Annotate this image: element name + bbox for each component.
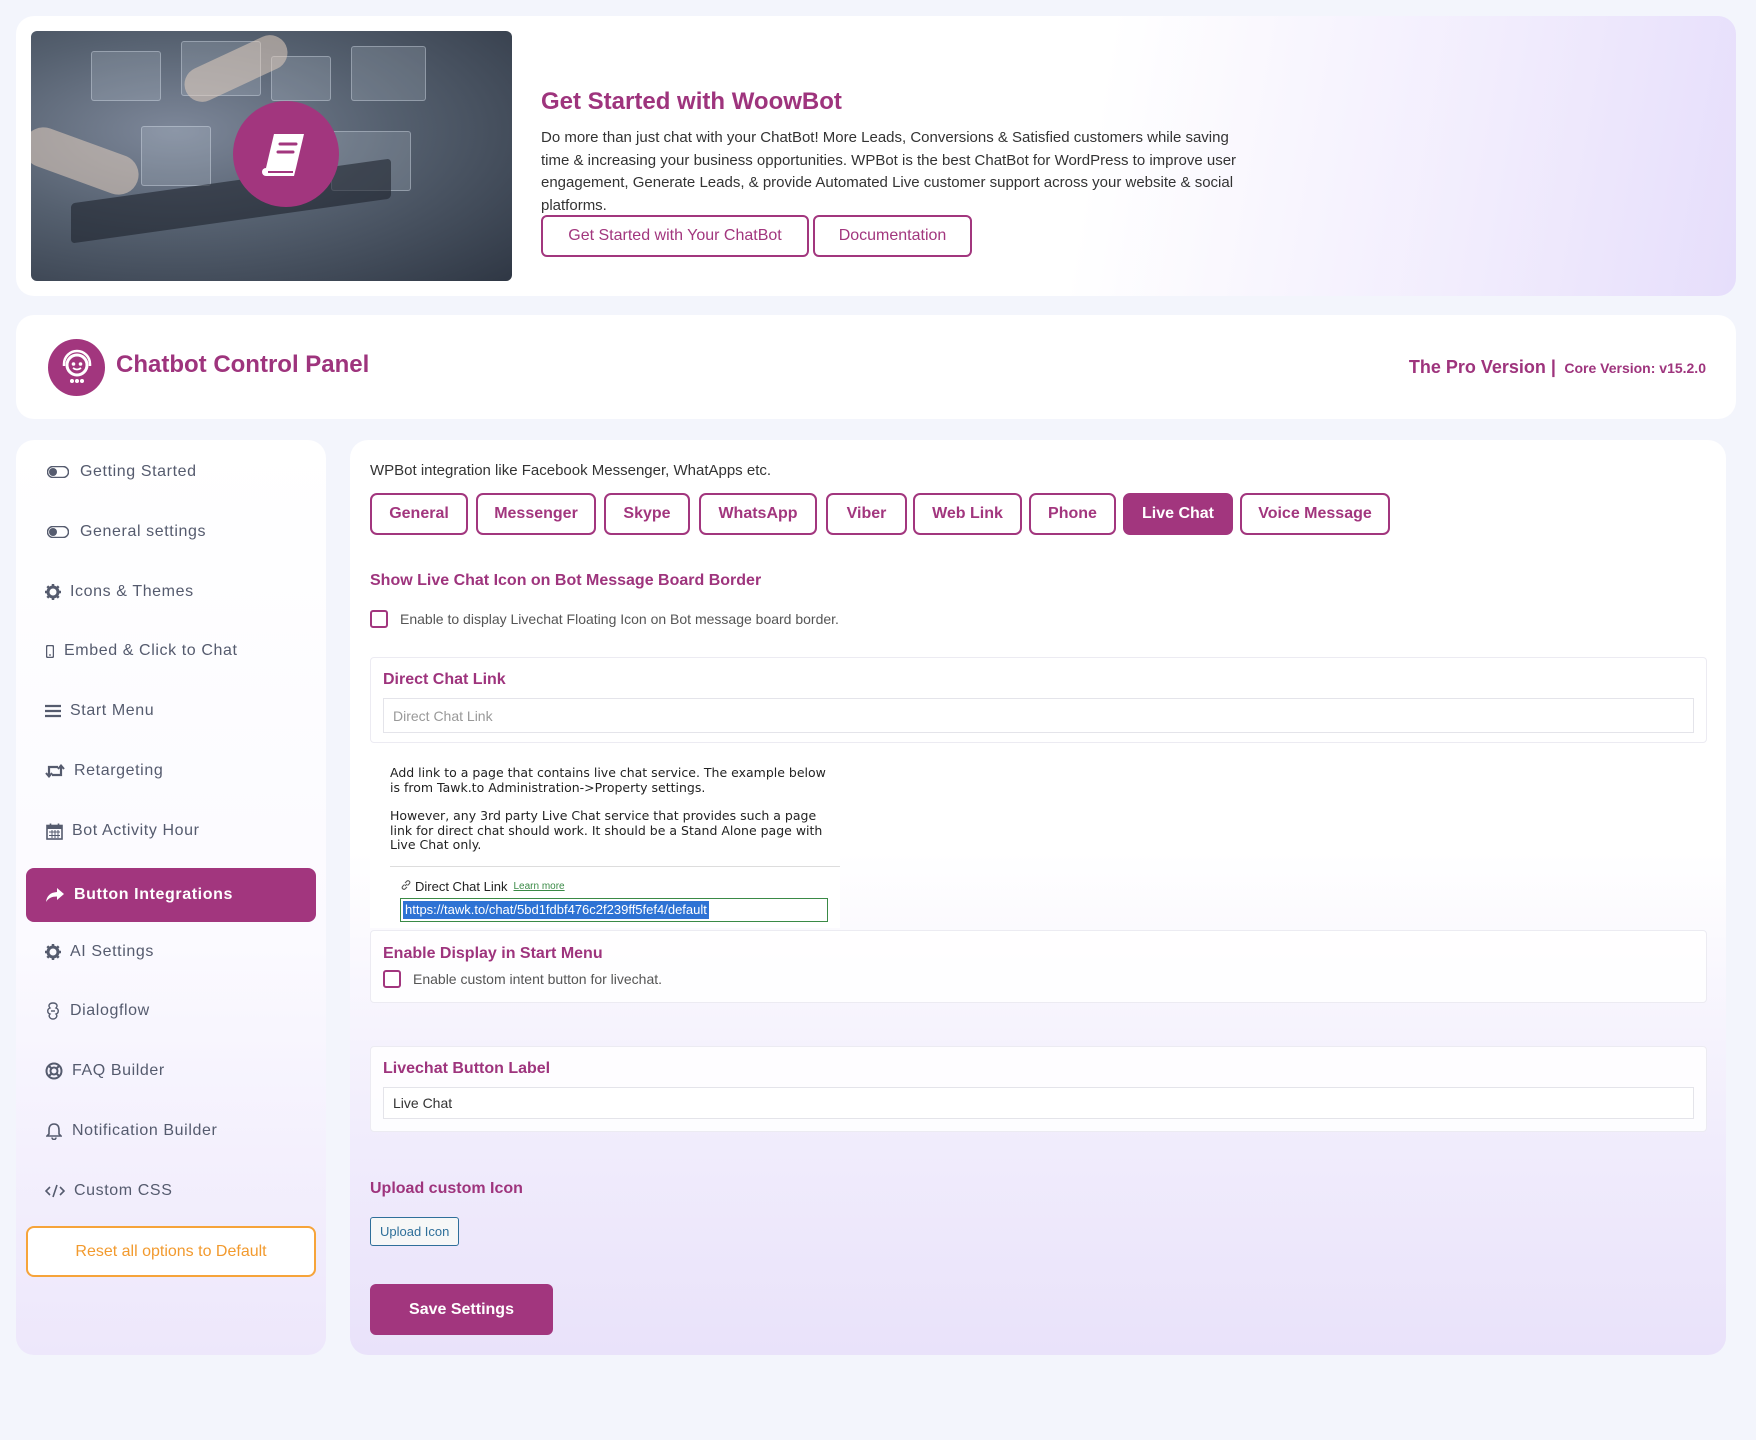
- tab-voice-message[interactable]: Voice Message: [1240, 493, 1390, 535]
- show-icon-label: Enable to display Livechat Floating Icon…: [400, 611, 839, 627]
- pro-version-label: The Pro Version |: [1408, 357, 1556, 377]
- banner-title: Get Started with WoowBot: [541, 88, 842, 115]
- bell-icon: [40, 1122, 68, 1140]
- code-icon: [40, 1184, 70, 1198]
- sidebar-item-dialogflow[interactable]: Dialogflow: [26, 984, 316, 1038]
- show-icon-checkbox[interactable]: [370, 610, 388, 628]
- upload-icon-button[interactable]: Upload Icon: [370, 1217, 460, 1246]
- tab-skype[interactable]: Skype: [604, 493, 690, 535]
- start-menu-label: Enable custom intent button for livechat…: [413, 971, 663, 987]
- sidebar-item-general-settings[interactable]: General settings: [26, 505, 316, 559]
- tab-general[interactable]: General: [370, 493, 468, 535]
- documentation-button[interactable]: Documentation: [813, 215, 972, 257]
- help-paragraph-2: However, any 3rd party Live Chat service…: [390, 808, 823, 852]
- help-example-url: https://tawk.to/chat/5bd1fdbf476c2f239ff…: [400, 898, 828, 922]
- banner-description: Do more than just chat with your ChatBot…: [541, 129, 1237, 214]
- gear-icon: [40, 944, 66, 960]
- sidebar-item-label: Dialogflow: [70, 1002, 150, 1019]
- learn-more-link: Learn more: [513, 881, 565, 892]
- reset-defaults-button[interactable]: Reset all options to Default: [26, 1226, 316, 1277]
- sidebar-item-label: Notification Builder: [72, 1122, 218, 1139]
- tab-whatsapp[interactable]: WhatsApp: [699, 493, 817, 535]
- sidebar-item-label: Custom CSS: [74, 1182, 173, 1199]
- sidebar-item-icons-themes[interactable]: Icons & Themes: [26, 565, 316, 619]
- chatbot-logo-icon: [48, 339, 105, 396]
- version-info: The Pro Version | Core Version: v15.2.0: [1409, 357, 1706, 378]
- sidebar-item-ai-settings[interactable]: AI Settings: [26, 925, 316, 979]
- help-link-label: Direct Chat Link Learn more: [400, 879, 565, 894]
- direct-chat-title: Direct Chat Link: [383, 671, 506, 688]
- link-icon: [400, 879, 412, 894]
- toggle-icon: [40, 526, 76, 538]
- sidebar-item-faq-builder[interactable]: FAQ Builder: [26, 1044, 316, 1098]
- sidebar-item-label: Start Menu: [70, 702, 155, 719]
- sidebar-item-embed-click-to-chat[interactable]: Embed & Click to Chat: [26, 624, 316, 678]
- sidebar-item-getting-started[interactable]: Getting Started: [26, 445, 316, 499]
- main-panel: WPBot integration like Facebook Messenge…: [350, 440, 1726, 1355]
- banner-image: [31, 31, 512, 281]
- retweet-icon: [40, 764, 70, 778]
- direct-chat-link-input[interactable]: Direct Chat Link: [383, 698, 1694, 733]
- sidebar-item-label: Embed & Click to Chat: [64, 642, 238, 659]
- help-example-url-text: https://tawk.to/chat/5bd1fdbf476c2f239ff…: [403, 901, 709, 919]
- menu-icon: [40, 704, 66, 718]
- button-label-title: Livechat Button Label: [383, 1060, 551, 1077]
- page-title: Chatbot Control Panel: [116, 351, 370, 378]
- mobile-icon: [40, 644, 60, 658]
- tab-web-link[interactable]: Web Link: [913, 493, 1022, 535]
- book-icon: [233, 101, 339, 207]
- get-started-button[interactable]: Get Started with Your ChatBot: [541, 215, 809, 257]
- tab-messenger[interactable]: Messenger: [476, 493, 596, 535]
- direct-chat-card: Direct Chat Link Direct Chat Link: [370, 657, 1707, 743]
- sidebar-item-start-menu[interactable]: Start Menu: [26, 684, 316, 738]
- livechat-button-label-input[interactable]: Live Chat: [383, 1087, 1694, 1119]
- sidebar-item-label: General settings: [80, 523, 207, 540]
- sidebar-item-label: Icons & Themes: [70, 583, 194, 600]
- calendar-icon: [40, 823, 68, 840]
- integration-intro: WPBot integration like Facebook Messenge…: [370, 462, 772, 479]
- sidebar-item-custom-css[interactable]: Custom CSS: [26, 1164, 316, 1218]
- sidebar-item-label: Button Integrations: [74, 886, 233, 903]
- start-menu-card: Enable Display in Start Menu Enable cust…: [370, 930, 1707, 1003]
- upload-icon-title: Upload custom Icon: [370, 1180, 523, 1197]
- help-link-text: Direct Chat Link: [415, 879, 508, 894]
- sidebar-item-label: Retargeting: [74, 762, 164, 779]
- button-label-card: Livechat Button Label Live Chat: [370, 1046, 1707, 1132]
- lifebuoy-icon: [40, 1062, 68, 1080]
- save-settings-button[interactable]: Save Settings: [370, 1284, 553, 1335]
- sidebar-item-label: AI Settings: [70, 943, 154, 960]
- sidebar-item-bot-activity-hour[interactable]: Bot Activity Hour: [26, 804, 316, 858]
- tab-phone[interactable]: Phone: [1029, 493, 1116, 535]
- share-icon: [40, 887, 70, 903]
- sidebar-item-retargeting[interactable]: Retargeting: [26, 744, 316, 798]
- start-menu-option: Enable custom intent button for livechat…: [383, 970, 662, 988]
- core-version-label: Core Version: v15.2.0: [1564, 360, 1706, 376]
- tab-viber[interactable]: Viber: [826, 493, 907, 535]
- direct-chat-help-image: Add link to a page that contains live ch…: [370, 758, 840, 928]
- sidebar-item-label: Bot Activity Hour: [72, 822, 200, 839]
- promo-banner: Get Started with WoowBot Do more than ju…: [16, 16, 1736, 296]
- toggle-icon: [40, 466, 76, 478]
- show-icon-title: Show Live Chat Icon on Bot Message Board…: [370, 572, 762, 589]
- start-menu-checkbox[interactable]: [383, 970, 401, 988]
- control-panel-header: Chatbot Control Panel The Pro Version | …: [16, 315, 1736, 419]
- sidebar: Getting Started General settings Icons &…: [16, 440, 326, 1355]
- show-icon-option: Enable to display Livechat Floating Icon…: [370, 610, 839, 628]
- sidebar-item-notification-builder[interactable]: Notification Builder: [26, 1104, 316, 1158]
- dialogflow-icon: [40, 1002, 66, 1020]
- help-text: Add link to a page that contains live ch…: [390, 765, 830, 853]
- sidebar-item-label: FAQ Builder: [72, 1062, 165, 1079]
- gear-icon: [40, 584, 66, 600]
- start-menu-title: Enable Display in Start Menu: [383, 945, 603, 962]
- tab-live-chat[interactable]: Live Chat: [1123, 493, 1233, 535]
- help-paragraph-1: Add link to a page that contains live ch…: [390, 765, 826, 795]
- sidebar-item-button-integrations[interactable]: Button Integrations: [26, 868, 316, 922]
- sidebar-item-label: Getting Started: [80, 463, 197, 480]
